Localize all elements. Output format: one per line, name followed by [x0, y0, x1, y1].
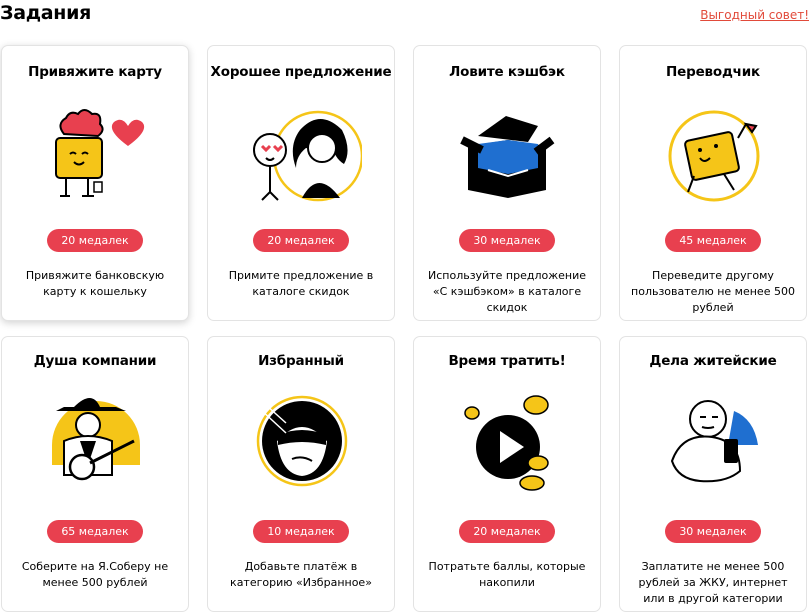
task-card-cashback[interactable]: Ловите кэшбэк 30 медалек Используйте пре…: [413, 45, 601, 321]
person-phone-icon: [670, 400, 758, 483]
task-description: Заплатите не менее 500 рублей за ЖКУ, ин…: [638, 560, 788, 605]
task-description: Соберите на Я.Соберу не менее 500 рублей: [21, 560, 169, 589]
task-card-translator[interactable]: Переводчик 45 медалек Переведите другому…: [619, 45, 807, 321]
guitarist-icon: [52, 398, 140, 481]
task-card-time-to-spend[interactable]: Время тратить! 20 медалек Потратьте балл…: [413, 336, 601, 612]
play-coins-icon: [464, 395, 549, 491]
task-title: Избранный: [258, 353, 344, 369]
task-card-good-offer[interactable]: Хорошее предложение 20 медалек Примите п…: [207, 45, 395, 321]
tip-link[interactable]: Выгодный совет!: [700, 8, 809, 22]
task-title: Душа компании: [33, 353, 157, 369]
medal-badge: 45 медалек: [665, 229, 761, 252]
couple-icon: [253, 110, 362, 202]
medal-badge: 20 медалек: [253, 229, 349, 252]
medal-badge: 30 медалек: [665, 520, 761, 543]
task-title: Дела житейские: [649, 353, 777, 369]
task-title: Привяжите карту: [28, 64, 162, 80]
task-description: Переведите другому пользователю не менее…: [631, 269, 795, 314]
page-title: Задания: [0, 2, 92, 24]
medal-badge: 20 медалек: [459, 520, 555, 543]
running-card-icon: [668, 110, 760, 202]
task-title: Ловите кэшбэк: [449, 64, 565, 80]
medal-badge: 30 медалек: [459, 229, 555, 252]
task-title: Переводчик: [666, 64, 760, 80]
task-card-daily-life[interactable]: Дела житейские 30 медалек Заплатите не м…: [619, 336, 807, 612]
task-description: Используйте предложение «С кэшбэком» в к…: [428, 269, 586, 314]
task-description: Потратьте баллы, которые накопили: [428, 560, 586, 589]
task-title: Время тратить!: [448, 353, 566, 369]
masked-face-icon: [256, 395, 348, 487]
task-description: Добавьте платёж в категорию «Избранное»: [230, 560, 372, 589]
open-box-icon: [460, 116, 555, 198]
task-card-soul-company[interactable]: Душа компании 65 медалек Соберите на Я.С…: [1, 336, 189, 612]
task-card-bind-card[interactable]: Привяжите карту 20 медалек Привяжите бан…: [1, 45, 189, 321]
card-character-icon: [55, 109, 145, 197]
task-card-chosen[interactable]: Избранный 10 медалек Добавьте платёж в к…: [207, 336, 395, 612]
medal-badge: 65 медалек: [47, 520, 143, 543]
task-description: Привяжите банковскую карту к кошельку: [25, 269, 165, 298]
medal-badge: 20 медалек: [47, 229, 143, 252]
medal-badge: 10 медалек: [253, 520, 349, 543]
task-description: Примите предложение в каталоге скидок: [228, 269, 374, 298]
task-title: Хорошее предложение: [210, 64, 392, 80]
